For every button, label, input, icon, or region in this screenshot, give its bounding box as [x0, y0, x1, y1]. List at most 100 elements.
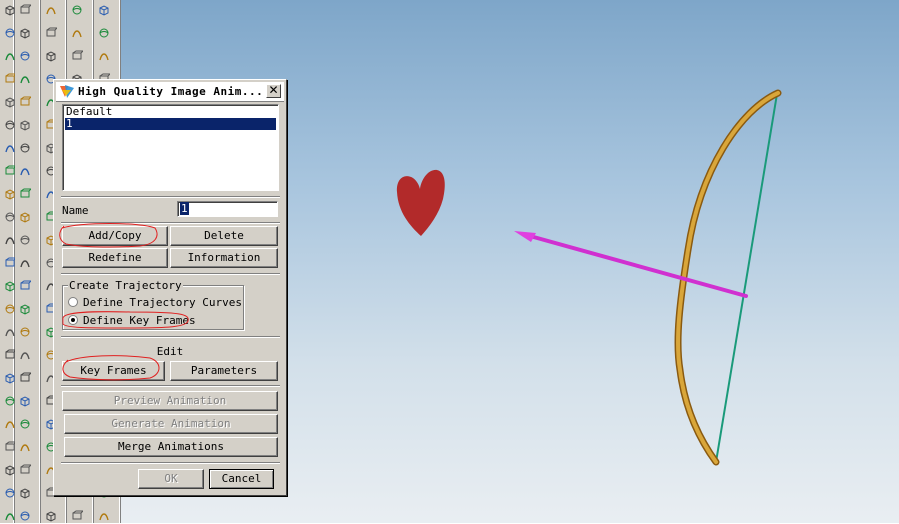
toolbar-button[interactable]	[2, 278, 15, 294]
shell-icon	[20, 280, 31, 290]
toolbar-button[interactable]	[2, 232, 15, 248]
toolbar-button[interactable]	[17, 485, 33, 501]
toolbar-button[interactable]	[17, 186, 33, 202]
toolbar-button[interactable]	[2, 117, 15, 133]
toolbar-button[interactable]	[17, 232, 33, 248]
dimension-icon	[20, 488, 30, 499]
toolbar-button[interactable]	[17, 140, 33, 156]
curve-icon	[20, 96, 31, 106]
toolbar-button[interactable]	[17, 393, 33, 409]
toolbar-button[interactable]	[43, 48, 59, 64]
animation-listbox[interactable]: Default 1	[62, 104, 279, 191]
information-button[interactable]: Information	[170, 248, 278, 268]
fillet-icon	[20, 212, 30, 223]
toolbar-button[interactable]	[2, 370, 15, 386]
toolbar-button[interactable]	[2, 255, 16, 271]
toolbar-button[interactable]	[2, 94, 15, 110]
datum-point-icon	[99, 513, 109, 521]
toolbar-button[interactable]	[2, 186, 15, 202]
heart-model[interactable]	[396, 169, 445, 236]
toolbar-button[interactable]	[17, 278, 33, 294]
toolbar-button[interactable]	[43, 508, 59, 524]
cancel-button[interactable]: Cancel	[209, 469, 274, 489]
name-input[interactable]: 1	[177, 201, 278, 217]
toolbar-button[interactable]	[17, 347, 33, 363]
add-copy-button[interactable]: Add/Copy	[62, 226, 168, 246]
toolbar-button[interactable]	[2, 71, 16, 87]
toolbar-button[interactable]	[17, 94, 33, 110]
offset-icon	[72, 50, 83, 60]
trim-icon	[72, 30, 82, 38]
toolbar-button[interactable]	[96, 508, 112, 524]
parameters-button[interactable]: Parameters	[170, 361, 278, 381]
toolbar-button[interactable]	[17, 370, 33, 386]
close-button[interactable]: ✕	[266, 84, 281, 98]
toolbar-button[interactable]	[2, 462, 15, 478]
datum-plane-icon	[20, 396, 30, 407]
toolbar-button[interactable]	[2, 2, 15, 18]
toolbar-button[interactable]	[2, 347, 16, 363]
toolbar-button[interactable]	[69, 48, 85, 64]
toolbar-button[interactable]	[2, 48, 15, 64]
toolbar-button[interactable]	[17, 416, 33, 432]
bow-model[interactable]	[674, 89, 782, 466]
toolbar-button[interactable]	[17, 209, 33, 225]
radio-trajectory-curves-label: Define Trajectory Curves	[83, 296, 242, 309]
toolbar-button[interactable]	[17, 2, 33, 18]
toolbar-strip-1	[0, 0, 16, 524]
toolbar-button[interactable]	[43, 25, 59, 41]
radio-key-frames[interactable]: Define Key Frames	[68, 314, 196, 327]
key-frames-button[interactable]: Key Frames	[62, 361, 165, 381]
toolbar-button[interactable]	[17, 163, 33, 179]
delete-button[interactable]: Delete	[170, 226, 278, 246]
dialog-title: High Quality Image Anim...	[78, 85, 264, 98]
generate-animation-button[interactable]: Generate Animation	[64, 414, 278, 434]
surface-icon	[20, 76, 30, 84]
draft-icon	[20, 327, 30, 337]
toolbar-button[interactable]	[17, 25, 33, 41]
toolbar-button[interactable]	[17, 301, 33, 317]
toolbar-button[interactable]	[2, 301, 15, 317]
ok-button[interactable]: OK	[138, 469, 204, 489]
toolbar-button[interactable]	[17, 324, 33, 340]
toolbar-button[interactable]	[17, 117, 33, 133]
toolbar-button[interactable]	[2, 163, 16, 179]
redefine-button[interactable]: Redefine	[62, 248, 168, 268]
toolbar-button[interactable]	[17, 255, 33, 271]
preview-animation-button[interactable]: Preview Animation	[62, 391, 278, 411]
toolbar-button[interactable]	[69, 508, 85, 524]
name-label: Name	[62, 204, 89, 217]
toolbar-button[interactable]	[17, 462, 33, 478]
toolbar-button[interactable]	[2, 324, 15, 340]
toolbar-button[interactable]	[17, 48, 33, 64]
toolbar-button[interactable]	[96, 2, 112, 18]
separator	[61, 196, 280, 198]
mirror-icon	[20, 352, 30, 360]
toolbar-button[interactable]	[2, 140, 15, 156]
list-item-1[interactable]: 1	[65, 118, 276, 130]
toolbar-button[interactable]	[2, 416, 15, 432]
constraint-icon	[72, 5, 82, 15]
toolbar-button[interactable]	[69, 25, 85, 41]
trim-icon	[46, 7, 56, 15]
radio-trajectory-curves[interactable]: Define Trajectory Curves	[68, 296, 242, 309]
toolbar-button[interactable]	[2, 439, 16, 455]
toolbar-button[interactable]	[17, 439, 33, 455]
toolbar-button[interactable]	[96, 25, 112, 41]
merge-animations-button[interactable]: Merge Animations	[64, 437, 278, 457]
toolbar-button[interactable]	[17, 71, 33, 87]
toolbar-button[interactable]	[96, 48, 112, 64]
toolbar-button[interactable]	[17, 508, 33, 524]
toolbar-button[interactable]	[2, 25, 15, 41]
offset-icon	[46, 27, 57, 37]
toolbar-button[interactable]	[2, 508, 15, 524]
chamfer-icon	[20, 235, 30, 245]
toolbar-button[interactable]	[43, 2, 59, 18]
dialog-titlebar[interactable]: High Quality Image Anim... ✕	[56, 82, 284, 102]
toolbar-button[interactable]	[69, 2, 85, 18]
list-item-default[interactable]: Default	[65, 106, 276, 118]
arrow-shaft[interactable]	[528, 234, 748, 298]
toolbar-button[interactable]	[2, 393, 15, 409]
toolbar-button[interactable]	[2, 485, 15, 501]
toolbar-button[interactable]	[2, 209, 15, 225]
